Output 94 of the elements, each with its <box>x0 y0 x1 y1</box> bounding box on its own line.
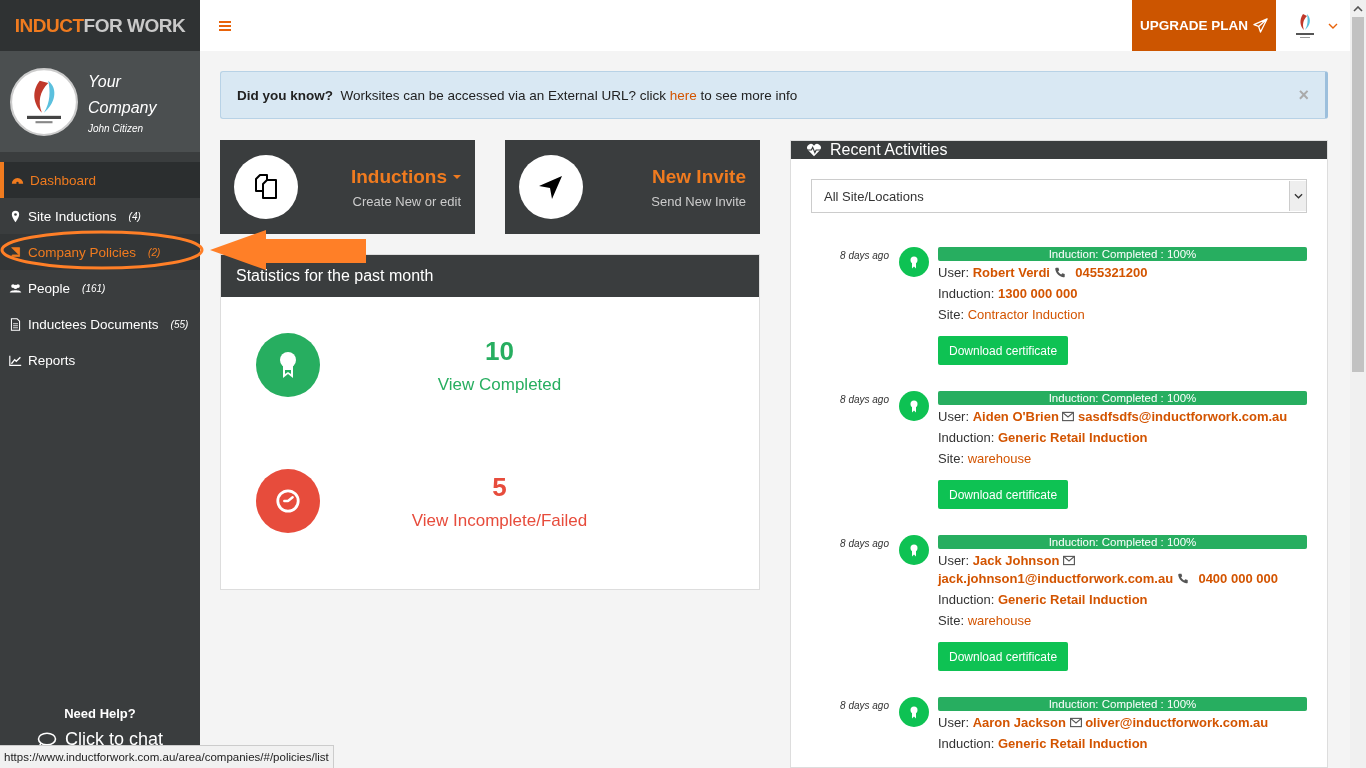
navigation-arrow-icon <box>537 173 565 201</box>
award-icon <box>899 391 929 421</box>
envelope-icon <box>1069 717 1082 728</box>
alert-message: Did you know? Worksites can be accessed via an External URL? click here to see more info <box>237 87 799 103</box>
field-label: User: <box>938 409 970 424</box>
download-certificate-button[interactable]: Download certificate <box>938 642 1069 671</box>
field-label: Site: <box>938 307 964 322</box>
progress-label: Induction: Completed : 100% <box>1047 535 1198 549</box>
induction-link[interactable]: 1300 000 000 <box>998 286 1078 301</box>
award-icon <box>899 697 929 727</box>
action-card[interactable]: Inductions Create New or edit <box>220 140 475 234</box>
scroll-up-icon[interactable] <box>1353 6 1363 12</box>
stat-link[interactable]: View Incomplete/Failed <box>411 510 588 531</box>
induction-link[interactable]: Generic Retail Induction <box>998 592 1148 607</box>
email-link[interactable]: jack.johnson1@inductforwork.com.au <box>938 571 1174 586</box>
phone-icon <box>1176 573 1189 584</box>
link-url-tooltip: https://www.inductforwork.com.au/area/companies/#/policies/list <box>0 745 334 768</box>
induction-link[interactable]: Generic Retail Induction <box>998 736 1148 751</box>
envelope-icon <box>1062 411 1075 422</box>
sidebar-item[interactable]: People (161) <box>0 270 200 306</box>
user-link[interactable]: Robert Verdi <box>972 265 1050 280</box>
copy-icon <box>252 173 280 201</box>
email-link[interactable]: oliver@inductforwork.com.au <box>1085 715 1269 730</box>
field-label: Site: <box>938 613 964 628</box>
field-label: Induction: <box>938 736 995 751</box>
progress-label: Induction: Completed : 100% <box>1047 391 1198 405</box>
scroll-thumb[interactable] <box>1352 17 1364 372</box>
email-link[interactable]: sasdfsdfs@inductforwork.com.au <box>1078 409 1288 424</box>
download-certificate-button[interactable]: Download certificate <box>938 480 1069 509</box>
sidebar-item[interactable]: Reports <box>0 342 200 378</box>
sidebar-item[interactable]: Dashboard <box>0 162 200 198</box>
panel-title: Recent Activities <box>830 141 948 159</box>
document-icon <box>9 317 22 331</box>
field-label: User: <box>938 553 970 568</box>
activity-time: 8 days ago <box>839 394 889 405</box>
item-count: (2) <box>148 246 161 258</box>
field-label: User: <box>938 715 970 730</box>
company-name: Your Company <box>88 72 158 118</box>
help-heading: Need Help? <box>64 706 136 721</box>
card-title: New Invite <box>652 165 746 188</box>
user-link[interactable]: Jack Johnson <box>972 553 1060 568</box>
activity-time: 8 days ago <box>839 700 889 711</box>
menu-icon[interactable] <box>219 20 231 31</box>
map-pin-icon <box>9 209 22 223</box>
caret-icon[interactable] <box>453 174 461 179</box>
phone-link[interactable]: 0400 000 000 <box>1198 571 1278 586</box>
chevron-down-icon[interactable] <box>1328 22 1338 29</box>
location-select[interactable]: All Site/Locations <box>811 179 1307 213</box>
phone-link[interactable]: 0455321200 <box>1075 265 1148 280</box>
phone-icon <box>1053 267 1066 278</box>
site-link[interactable]: Contractor Induction <box>967 307 1085 322</box>
paper-plane-icon <box>1253 18 1268 33</box>
field-label: Induction: <box>938 592 995 607</box>
people-icon <box>9 281 22 295</box>
brand-name: FOR WORK <box>83 14 186 37</box>
award-icon <box>899 535 929 565</box>
induction-link[interactable]: Generic Retail Induction <box>998 430 1148 445</box>
activity-time: 8 days ago <box>839 538 889 549</box>
field-label: Site: <box>938 451 964 466</box>
award-icon <box>899 247 929 277</box>
envelope-icon <box>1063 555 1075 566</box>
field-label: Induction: <box>938 430 995 445</box>
sidebar-item[interactable]: Site Inductions (4) <box>0 198 200 234</box>
brand-name: INDUCT <box>14 14 84 37</box>
card-subtitle: Create New or edit <box>352 193 461 209</box>
panel-title: Statistics for the past month <box>236 267 434 285</box>
here-link[interactable]: here <box>669 87 697 103</box>
scrollbar[interactable] <box>1350 0 1366 768</box>
card-subtitle: Send New Invite <box>651 193 746 209</box>
item-count: (55) <box>170 318 189 330</box>
site-link[interactable]: warehouse <box>967 613 1032 628</box>
field-label: Induction: <box>938 286 995 301</box>
stat-value: 5 <box>492 471 507 503</box>
action-card[interactable]: New Invite Send New Invite <box>505 140 760 234</box>
download-certificate-button[interactable]: Download certificate <box>938 336 1069 365</box>
user-link[interactable]: Aiden O'Brien <box>972 409 1059 424</box>
progress-label: Induction: Completed : 100% <box>1047 697 1198 711</box>
user-name: John Citizen <box>88 123 145 134</box>
chevron-down-icon <box>1293 193 1303 199</box>
field-label: User: <box>938 265 970 280</box>
stat-link[interactable]: View Completed <box>437 374 562 395</box>
stat-value: 10 <box>485 335 514 367</box>
user-link[interactable]: Aaron Jackson <box>972 715 1066 730</box>
upgrade-plan-button[interactable]: UPGRADE PLAN <box>1132 0 1276 51</box>
item-count: (4) <box>128 210 141 222</box>
sidebar-item[interactable]: Inductees Documents (55) <box>0 306 200 342</box>
card-title: Inductions <box>350 165 461 188</box>
activity-time: 8 days ago <box>839 250 889 261</box>
line-chart-icon <box>9 353 22 367</box>
item-count: (161) <box>82 282 106 294</box>
progress-label: Induction: Completed : 100% <box>1047 247 1198 261</box>
site-link[interactable]: warehouse <box>967 451 1032 466</box>
company-logo-icon <box>10 67 78 136</box>
brand-logo[interactable]: INDUCTFOR WORK <box>0 0 200 51</box>
